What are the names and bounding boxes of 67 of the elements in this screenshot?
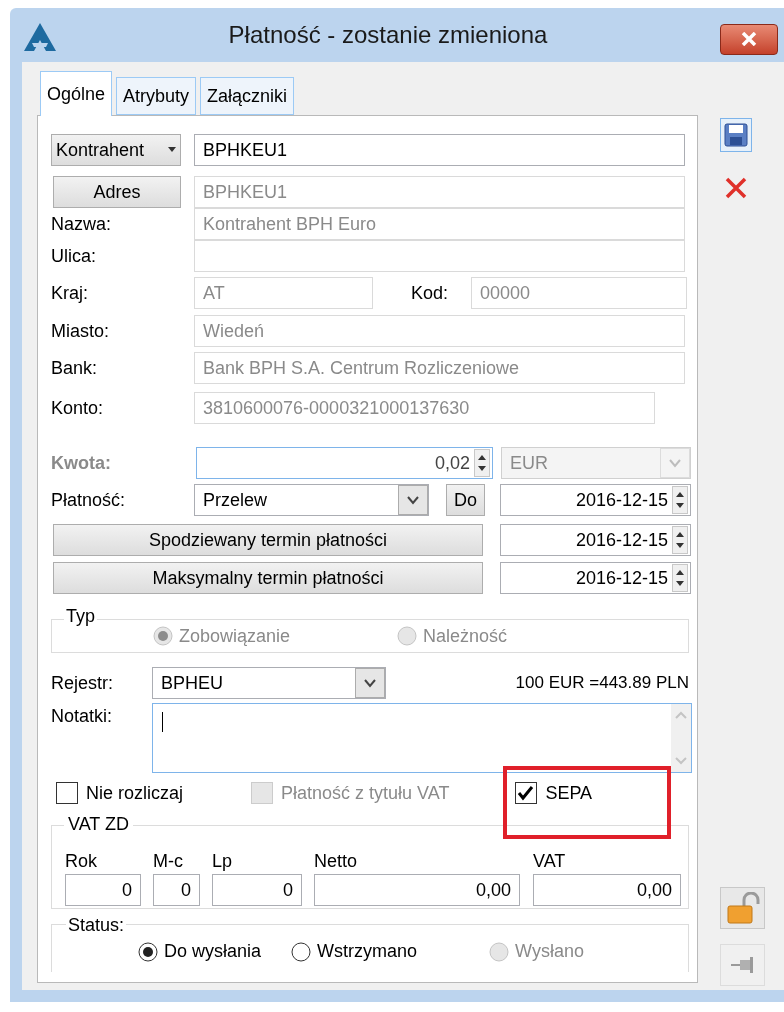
field-label: Bank: (51, 356, 99, 380)
register-select[interactable]: BPHEU (152, 667, 386, 699)
number-field[interactable]: 0 (212, 874, 302, 906)
contractor-button[interactable]: Kontrahent (51, 134, 181, 166)
tab[interactable]: Ogólne (40, 71, 113, 116)
field-label: Płatność: (51, 488, 127, 512)
field-label: Konto: (51, 396, 105, 420)
date-field[interactable]: 2016-12-15 (500, 524, 691, 556)
radio-circle-icon (138, 941, 158, 962)
exchange-rate: 100 EUR =443.89 PLN (514, 672, 690, 695)
column-header: VAT (533, 850, 567, 873)
radio-button[interactable]: Do wysłania (138, 938, 262, 965)
radio-circle-icon (291, 941, 312, 962)
text-cursor (162, 712, 163, 732)
checkbox[interactable]: SEPA (515, 779, 593, 807)
checkbox-square-icon (56, 782, 78, 804)
radio-circle-icon (489, 941, 510, 962)
column-header: M-c (153, 850, 184, 873)
column-header: Lp (212, 850, 234, 873)
caret-down-icon (168, 147, 176, 153)
chevron-down-icon[interactable] (355, 668, 385, 698)
close-icon (741, 32, 757, 46)
contractor-field[interactable]: BPHKEU1 (194, 134, 685, 166)
close-button[interactable] (720, 23, 778, 55)
date-field[interactable]: 2016-12-15 (500, 562, 691, 594)
pin-icon (729, 956, 756, 974)
date-field[interactable]: 2016-12-15 (500, 484, 691, 516)
field-label: Kwota: (51, 451, 112, 475)
number-field[interactable]: 0,00 (314, 874, 520, 906)
chevron-down-icon[interactable] (398, 485, 428, 515)
spinner-icon[interactable] (672, 564, 688, 592)
payment-method-select[interactable]: Przelew (194, 484, 429, 516)
radio-button[interactable]: Wstrzymano (291, 938, 418, 965)
field-label: Miasto: (51, 319, 111, 343)
number-field[interactable]: 0 (153, 874, 200, 906)
save-button[interactable] (720, 118, 752, 152)
field-label: Kod: (411, 281, 450, 305)
window-title: Płatność - zostanie zmieniona (227, 20, 549, 50)
field-label: Notatki: (51, 705, 114, 728)
number-field[interactable]: 0 (65, 874, 141, 906)
column-header: Netto (314, 850, 359, 873)
do-button[interactable]: Do (446, 484, 485, 516)
spinner-icon[interactable] (672, 526, 688, 554)
checkbox[interactable]: Nie rozliczaj (56, 779, 184, 807)
tab[interactable]: Załączniki (200, 77, 295, 115)
amount-field[interactable]: 0,02 (196, 447, 493, 479)
spinner-icon[interactable] (474, 449, 490, 477)
notes-field[interactable] (152, 703, 692, 773)
column-header: Rok (65, 850, 98, 873)
save-icon (724, 123, 748, 147)
field-label: Rejestr: (51, 671, 114, 695)
number-field[interactable]: 0,00 (533, 874, 681, 906)
checkbox-square-icon (515, 782, 538, 804)
group-title: Typ (64, 606, 97, 626)
radio-circle-icon (153, 626, 173, 646)
expected-due-button[interactable]: Spodziewany termin płatności (53, 524, 483, 556)
padlock-icon (725, 892, 760, 924)
close-icon (724, 176, 748, 200)
spinner-icon[interactable] (672, 486, 688, 514)
field-label: Ulica: (51, 244, 97, 268)
radio-circle-icon (397, 626, 418, 646)
app-logo-icon (24, 23, 56, 51)
max-due-button[interactable]: Maksymalny termin płatności (53, 562, 483, 594)
field-label: Kraj: (51, 281, 89, 305)
tab[interactable]: Atrybuty (116, 77, 197, 115)
checkbox-square-icon (251, 782, 274, 804)
field-label: Nazwa: (51, 212, 113, 236)
